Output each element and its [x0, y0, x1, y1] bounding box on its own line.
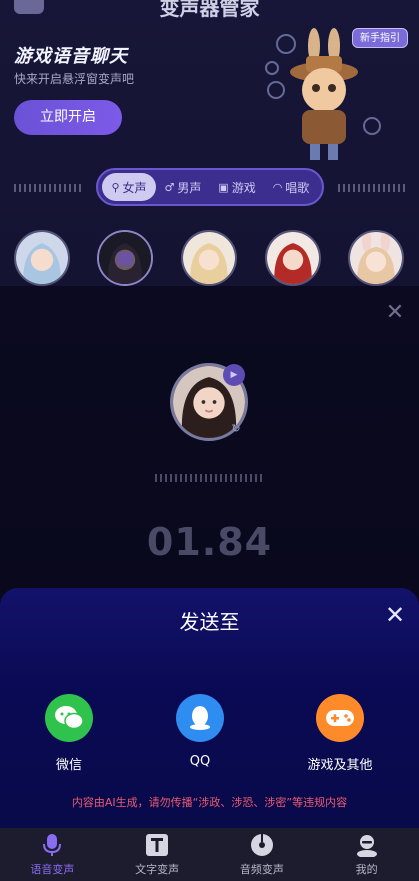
tab-label: 男声 — [177, 180, 202, 195]
bottom-nav: 语音变声 文字变声 音频变声 我的 — [0, 828, 419, 881]
search-icon: ⚲ — [111, 180, 120, 194]
hero-title: 游戏语音聊天 — [14, 46, 128, 67]
tab-label: 唱歌 — [285, 180, 310, 195]
tab-label: 女声 — [122, 180, 147, 195]
text-icon — [144, 832, 170, 858]
nav-label: 音频变声 — [239, 863, 284, 876]
voice-avatar-item[interactable] — [181, 230, 237, 286]
gamepad-icon — [316, 694, 364, 742]
share-wechat[interactable]: 微信 — [19, 694, 119, 773]
share-game-other[interactable]: 游戏及其他 — [290, 694, 390, 773]
mascot-illustration — [265, 28, 381, 160]
waveform-left — [14, 184, 84, 192]
hero-subtitle: 快来开启悬浮窗变声吧 — [14, 72, 135, 86]
tab-game[interactable]: ▣ 游戏 — [210, 173, 264, 201]
nav-voice-change[interactable]: 语音变声 — [0, 828, 105, 881]
nav-label: 我的 — [355, 863, 378, 876]
share-label: 游戏及其他 — [307, 758, 373, 773]
headphones-icon: ◠ — [272, 180, 283, 194]
tab-male[interactable]: ♂ 男声 — [156, 173, 210, 201]
voice-avatar-item[interactable] — [265, 230, 321, 286]
share-sheet: 发送至 ✕ 微信 QQ 游戏及其他 内容由AI生成，请勿传播“涉政、涉恐、涉密”… — [0, 588, 419, 828]
disc-icon — [249, 832, 275, 858]
share-sheet-title: 发送至 — [179, 610, 240, 634]
gamepad-icon: ▣ — [218, 180, 229, 194]
play-icon[interactable]: ▶ — [223, 364, 245, 386]
refresh-icon[interactable]: ↻ — [229, 422, 243, 436]
qq-icon — [176, 694, 224, 742]
close-icon[interactable]: ✕ — [384, 603, 406, 627]
wechat-icon — [45, 694, 93, 742]
recording-duration: 01.84 — [146, 520, 273, 564]
nav-label: 文字变声 — [135, 863, 180, 876]
share-label: QQ — [189, 754, 211, 769]
beginner-guide-badge[interactable]: 新手指引 — [352, 28, 408, 48]
microphone-icon — [39, 832, 65, 858]
tab-female[interactable]: ⚲ 女声 — [102, 173, 156, 201]
open-now-button[interactable]: 立即开启 — [14, 100, 122, 135]
nav-audio-voice[interactable]: 音频变声 — [210, 828, 315, 881]
user-icon — [354, 832, 380, 858]
male-icon: ♂ — [164, 180, 175, 194]
close-icon[interactable]: ✕ — [384, 302, 406, 324]
share-label: 微信 — [55, 758, 82, 773]
voice-avatar-list: ✓ — [0, 230, 419, 518]
voice-category-tabs: ⚲ 女声 ♂ 男声 ▣ 游戏 ◠ 唱歌 — [96, 168, 324, 206]
share-qq[interactable]: QQ — [150, 694, 250, 769]
voice-avatar-item-selected[interactable] — [97, 230, 153, 286]
app-title: 变声器管家 — [159, 0, 260, 20]
nav-mine[interactable]: 我的 — [314, 828, 419, 881]
nav-text-voice[interactable]: 文字变声 — [105, 828, 210, 881]
nav-label: 语音变声 — [30, 863, 75, 876]
tab-sing[interactable]: ◠ 唱歌 — [264, 173, 318, 201]
tab-label: 游戏 — [231, 180, 256, 195]
waveform-right — [338, 184, 408, 192]
voice-avatar-item[interactable] — [348, 230, 404, 286]
voice-avatar-item[interactable] — [14, 230, 70, 286]
ai-content-disclaimer: 内容由AI生成，请勿传播“涉政、涉恐、涉密”等违规内容 — [71, 796, 348, 809]
audio-waveform — [155, 474, 265, 482]
